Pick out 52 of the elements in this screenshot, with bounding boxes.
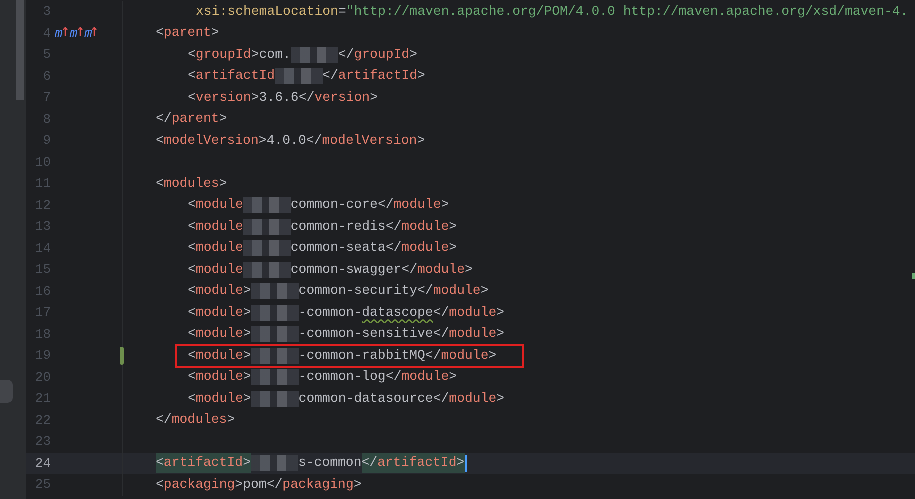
- redacted-block: [251, 304, 299, 321]
- matched-tag: </artifactId>: [362, 453, 465, 474]
- tool-window-button[interactable]: [0, 380, 13, 403]
- scrollbar-thumb[interactable]: [16, 0, 24, 100]
- code-text: <packaging>pom</packaging>: [156, 476, 362, 494]
- code-text: </modules>: [156, 411, 236, 430]
- code-text: <module: [188, 196, 244, 214]
- code-text: <module>: [188, 368, 252, 386]
- code-text: common-swagger</module>: [290, 260, 473, 279]
- code-text: -common-datascope</module>: [298, 304, 505, 322]
- code-text: common-security</module>: [298, 282, 489, 300]
- code-text: <modules>: [156, 174, 228, 193]
- redacted-block: [251, 283, 299, 300]
- redacted-block: [290, 46, 338, 63]
- code-text: <module>: [188, 346, 252, 365]
- code-text: </artifactId>: [322, 67, 426, 86]
- code-text: common-core</module>: [290, 196, 450, 214]
- code-text: <groupId>com.: [188, 46, 291, 64]
- redacted-block: [243, 218, 291, 235]
- code-text: <module: [188, 218, 244, 236]
- redacted-block: [251, 326, 299, 342]
- line-number: 24: [34, 454, 51, 472]
- redacted-block: [243, 240, 291, 256]
- code-text: -common-log</module>: [298, 368, 458, 386]
- redacted-block: [250, 455, 298, 472]
- code-text: s-common: [298, 454, 362, 472]
- redacted-block: [251, 369, 299, 386]
- code-text: <module: [188, 239, 244, 258]
- code-text: <artifactId: [188, 67, 276, 86]
- code-text: <module>: [188, 325, 252, 344]
- code-text: <modelVersion>4.0.0</modelVersion>: [156, 132, 426, 150]
- redacted-block: [243, 197, 291, 214]
- code-text: <module>: [188, 304, 252, 322]
- code-text: </groupId>: [338, 46, 418, 64]
- code-text: <module>: [188, 282, 252, 300]
- code-text: </parent>: [156, 110, 228, 128]
- redacted-block: [243, 262, 291, 278]
- code-text: -common-sensitive</module>: [298, 325, 505, 344]
- code-text: common-seata</module>: [290, 239, 458, 258]
- change-stripe: [912, 273, 915, 279]
- code-text: <version>3.6.6</version>: [188, 88, 378, 107]
- code-text: <module>: [188, 390, 252, 408]
- code-text: common-redis</module>: [290, 218, 458, 236]
- code-text: <module: [188, 260, 244, 279]
- matched-tag: <artifactId>: [156, 453, 251, 474]
- redacted-block: [251, 390, 299, 407]
- code-text: <parent>: [156, 24, 220, 42]
- code-text: xsi:schemaLocation="http://maven.apache.org/POM/4.0.0 http://maven.apache.org/xsd/maven-4.: [196, 2, 908, 21]
- code-text: -common-rabbitMQ</module>: [298, 346, 497, 365]
- redacted-block: [275, 68, 323, 84]
- redacted-block: [251, 348, 299, 364]
- code-text: common-datasource</module>: [298, 390, 505, 408]
